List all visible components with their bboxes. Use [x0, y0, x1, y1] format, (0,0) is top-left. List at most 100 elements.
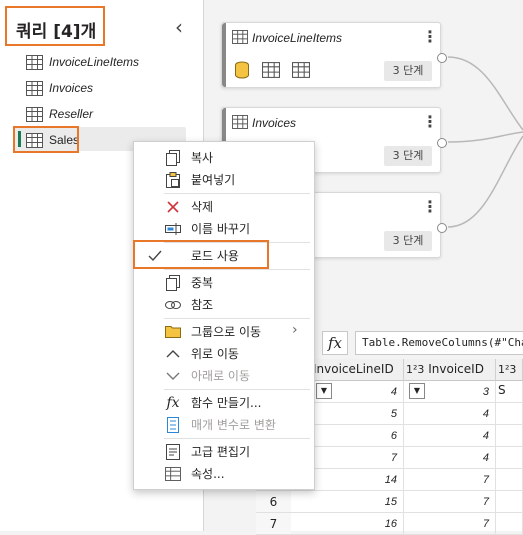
table-cell[interactable]: 7 [404, 491, 496, 513]
menu-label: 참조 [191, 298, 214, 312]
table-cell[interactable] [496, 447, 523, 469]
table-cell[interactable]: 16 [291, 513, 404, 535]
menu-label: 고급 편집기 [191, 445, 251, 459]
menu-item-properties[interactable]: 속성... [134, 463, 314, 484]
menu-label: 매개 변수로 변환 [191, 418, 276, 432]
menu-separator [164, 318, 310, 319]
menu-label: 중복 [191, 276, 214, 290]
table-cell[interactable]: 4 [404, 403, 496, 425]
paste-icon [164, 171, 182, 189]
menu-item-move-up[interactable]: 위로 이동 [134, 343, 314, 364]
table-cell[interactable] [496, 491, 523, 513]
menu-item-advanced-editor[interactable]: 고급 편집기 [134, 441, 314, 462]
copy-icon [164, 149, 182, 167]
table-cell[interactable]: 4 [404, 447, 496, 469]
type-icon[interactable]: 1²3 [406, 363, 424, 376]
queries-title: 쿼리 [4]개 [16, 22, 97, 42]
query-item-reseller[interactable]: Reseller [26, 104, 93, 124]
table-icon [232, 30, 248, 44]
steps-badge[interactable]: 3 단계 [384, 61, 432, 81]
chevron-up-icon [164, 345, 182, 363]
card-title: Invoices [252, 116, 297, 130]
delete-x-icon [164, 198, 182, 216]
steps-badge[interactable]: 3 단계 [384, 231, 432, 251]
query-label: Invoices [49, 81, 94, 95]
fx-button[interactable]: fx [322, 331, 348, 355]
table-icon [262, 62, 280, 78]
query-item-invoices[interactable]: Invoices [26, 78, 93, 98]
sales-highlight-box [13, 126, 79, 153]
table-icon [26, 106, 43, 122]
diagram-card-invoicelineitems[interactable]: InvoiceLineItems ⋮ 3 단계 [221, 22, 441, 88]
menu-item-reference[interactable]: 참조 [134, 294, 314, 315]
menu-label: 그룹으로 이동 [191, 325, 262, 339]
table-icon [26, 80, 43, 96]
steps-badge[interactable]: 3 단계 [384, 146, 432, 166]
table-icon [292, 62, 310, 78]
table-cell[interactable] [496, 381, 523, 403]
table-cell[interactable] [496, 425, 523, 447]
chevron-right-icon: › [292, 322, 298, 338]
row-number[interactable]: 6 [256, 491, 291, 513]
menu-separator [164, 193, 310, 194]
menu-item-create-function[interactable]: fx 함수 만들기... [134, 392, 314, 413]
table-cell[interactable] [496, 469, 523, 491]
query-label: InvoiceLineItems [49, 55, 140, 69]
output-port[interactable] [437, 53, 447, 63]
formula-input[interactable]: Table.RemoveColumns(#"Cha [355, 331, 523, 355]
table-cell[interactable]: 3 [404, 381, 496, 403]
menu-label: 속성... [191, 467, 225, 481]
connector-lines [447, 56, 523, 228]
link-icon [164, 296, 182, 314]
context-menu: 복사 붙여넣기 삭제 이름 바꾸기 로드 사용 중복 참조 그룹으로 이동 › … [133, 141, 315, 490]
menu-item-rename[interactable]: 이름 바꾸기 [134, 218, 314, 239]
row-number[interactable]: 7 [256, 513, 291, 535]
collapse-pane-icon[interactable]: ‹ [170, 17, 188, 37]
menu-separator [164, 438, 310, 439]
column-header-label: InvoiceLineID [313, 362, 394, 376]
menu-separator [164, 269, 310, 270]
column-header-label: InvoiceID [428, 362, 484, 376]
menu-label: 아래로 이동 [191, 369, 251, 383]
query-item-invoicelineitems[interactable]: InvoiceLineItems [26, 52, 139, 72]
table-cell[interactable] [496, 513, 523, 535]
menu-label: 복사 [191, 151, 214, 165]
column-header-invoiceid[interactable]: 1²3 InvoiceID▼ [404, 359, 496, 399]
table-cell[interactable]: 7 [404, 469, 496, 491]
card-title: InvoiceLineItems [252, 31, 343, 45]
properties-icon [164, 465, 182, 483]
duplicate-icon [164, 274, 182, 292]
more-options-icon[interactable]: ⋮ [422, 27, 438, 46]
table-cell[interactable]: 4 [404, 425, 496, 447]
menu-label: 삭제 [191, 200, 214, 214]
menu-item-move-to-group[interactable]: 그룹으로 이동 › [134, 321, 314, 342]
menu-item-convert-to-parameter[interactable]: 매개 변수로 변환 [134, 414, 314, 435]
table-cell[interactable]: 15 [291, 491, 404, 513]
table-icon [26, 54, 43, 70]
menu-item-move-down[interactable]: 아래로 이동 [134, 365, 314, 386]
menu-label: 위로 이동 [191, 347, 239, 361]
menu-separator [164, 389, 310, 390]
card-stripe [222, 23, 226, 87]
column-header-next[interactable]: 1²3 S [496, 359, 523, 397]
more-options-icon[interactable]: ⋮ [422, 112, 438, 131]
type-icon[interactable]: 1²3 [498, 363, 516, 376]
menu-item-copy[interactable]: 복사 [134, 147, 314, 168]
menu-item-paste[interactable]: 붙여넣기 [134, 169, 314, 190]
folder-icon [164, 323, 182, 341]
menu-item-delete[interactable]: 삭제 [134, 196, 314, 217]
enable-load-highlight-box [133, 240, 269, 269]
rename-icon [164, 220, 182, 238]
table-cell[interactable] [496, 403, 523, 425]
chevron-down-icon [164, 367, 182, 385]
table-icon [232, 115, 248, 129]
menu-label: 이름 바꾸기 [191, 222, 251, 236]
more-options-icon[interactable]: ⋮ [422, 197, 438, 216]
parameter-icon [164, 416, 182, 434]
table-cell[interactable]: 7 [404, 513, 496, 535]
output-port[interactable] [437, 138, 447, 148]
menu-item-duplicate[interactable]: 중복 [134, 272, 314, 293]
database-icon [235, 61, 249, 79]
output-port[interactable] [437, 223, 447, 233]
menu-label: 붙여넣기 [191, 173, 236, 187]
